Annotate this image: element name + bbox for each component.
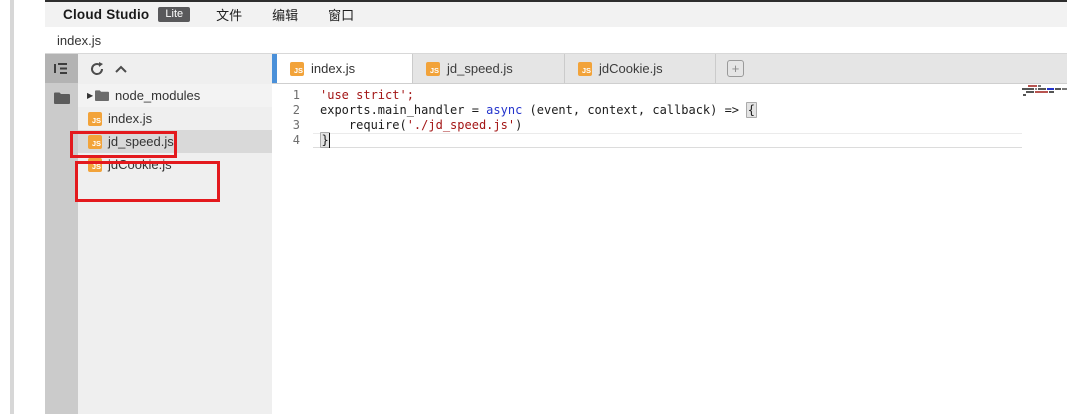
lite-badge: Lite [158, 7, 190, 22]
folder-icon [54, 92, 70, 104]
minimap-line [1022, 85, 1067, 87]
minimap-segment [1049, 91, 1054, 93]
tab-label: jdCookie.js [599, 61, 663, 76]
tree-item-index-js[interactable]: JS index.js [78, 107, 272, 130]
annotation-box-jd-speed [70, 131, 177, 158]
minimap[interactable] [1022, 84, 1067, 130]
minimap-segment [1035, 88, 1037, 90]
window-edge-strip [10, 0, 14, 414]
js-file-icon: JS [88, 112, 102, 126]
explorer-panel: ▶node_modulesJSindex.jsJSjd_speed.jsJSjd… [78, 54, 272, 414]
tree-item-node-modules[interactable]: ▶ node_modules [78, 84, 272, 107]
line-number-gutter: 1234 [272, 88, 313, 148]
code-content: 'use strict';exports.main_handler = asyn… [320, 88, 1021, 148]
code-editor[interactable]: 1234 'use strict';exports.main_handler =… [272, 84, 1067, 414]
minimap-segment [1047, 88, 1054, 90]
code-token: (event, context, callback) => [522, 103, 746, 117]
menu-items: 文件 编辑 窗口 [216, 5, 384, 24]
breadcrumb: index.js [57, 33, 101, 48]
minimap-segment [1023, 94, 1026, 96]
menu-bar: Cloud Studio Lite 文件 编辑 窗口 [45, 2, 1067, 27]
tree-item-label: index.js [108, 111, 152, 126]
tab-label: index.js [311, 61, 355, 76]
cloud-studio-window: Cloud Studio Lite 文件 编辑 窗口 index.js [0, 0, 1067, 414]
minimap-segment [1022, 88, 1034, 90]
code-line-4: } [320, 133, 1021, 148]
code-token: async [486, 103, 522, 117]
minimap-line [1022, 88, 1067, 90]
collapse-all-button[interactable] [111, 59, 131, 79]
tree-item-label: node_modules [115, 88, 200, 103]
text-cursor [329, 133, 330, 148]
explorer-toolbar [78, 54, 272, 84]
collapse-up-icon [115, 65, 127, 73]
minimap-line [1022, 94, 1067, 96]
js-file-icon: JS [426, 62, 440, 76]
app-title: Cloud Studio [63, 7, 149, 22]
breadcrumb-bar: index.js [45, 27, 1067, 54]
minimap-segment [1055, 88, 1061, 90]
line-number: 4 [272, 133, 313, 148]
line-number: 2 [272, 103, 313, 118]
disclosure-arrow-icon[interactable]: ▶ [87, 92, 95, 100]
annotation-box-jdcookie [75, 161, 220, 202]
menu-item-2[interactable]: 窗口 [328, 5, 354, 24]
js-file-icon: JS [290, 62, 304, 76]
tab-index-js[interactable]: JS index.js [272, 54, 413, 83]
refresh-button[interactable] [87, 59, 107, 79]
minimap-segment [1038, 85, 1041, 87]
line-number: 1 [272, 88, 313, 103]
code-line-1: 'use strict'; [320, 88, 1021, 103]
new-tab-button[interactable]: + [727, 60, 744, 77]
tab-jdcookie-js[interactable]: JS jdCookie.js [565, 54, 716, 83]
minimap-segment [1062, 88, 1067, 90]
tab-jd-speed-js[interactable]: JS jd_speed.js [413, 54, 565, 83]
code-token: require( [320, 118, 407, 132]
minimap-segment [1035, 91, 1048, 93]
activity-item-explorer[interactable] [45, 54, 78, 83]
menu-item-1[interactable]: 编辑 [272, 5, 298, 24]
refresh-icon [90, 62, 104, 76]
outline-tree-icon [54, 62, 69, 75]
tab-bar: JS index.js JS jd_speed.js JS jdCookie.js + [272, 54, 1067, 84]
js-file-icon: JS [578, 62, 592, 76]
tab-label: jd_speed.js [447, 61, 513, 76]
code-token: { [746, 102, 756, 118]
minimap-segment [1026, 91, 1034, 93]
code-token: exports.main_handler = [320, 103, 486, 117]
code-token: './jd_speed.js' [407, 118, 515, 132]
editor-group: JS index.js JS jd_speed.js JS jdCookie.js + 12… [272, 54, 1067, 414]
menu-item-0[interactable]: 文件 [216, 5, 242, 24]
js-file-icon: JS [88, 112, 102, 126]
activity-bar [45, 54, 78, 414]
code-line-2: exports.main_handler = async (event, con… [320, 103, 1021, 118]
code-token: ) [515, 118, 522, 132]
minimap-line [1022, 91, 1067, 93]
code-line-3: require('./jd_speed.js') [320, 118, 1021, 133]
minimap-segment [1028, 85, 1037, 87]
app-shell: Cloud Studio Lite 文件 编辑 窗口 index.js [45, 0, 1067, 414]
activity-item-files[interactable] [45, 83, 78, 112]
code-token: 'use strict'; [320, 88, 414, 102]
line-number: 3 [272, 118, 313, 133]
minimap-segment [1038, 88, 1046, 90]
main-area: ▶ node_modules JS index.js JS jd_speed.js JS jd… [45, 54, 1067, 414]
folder-icon [95, 90, 109, 101]
